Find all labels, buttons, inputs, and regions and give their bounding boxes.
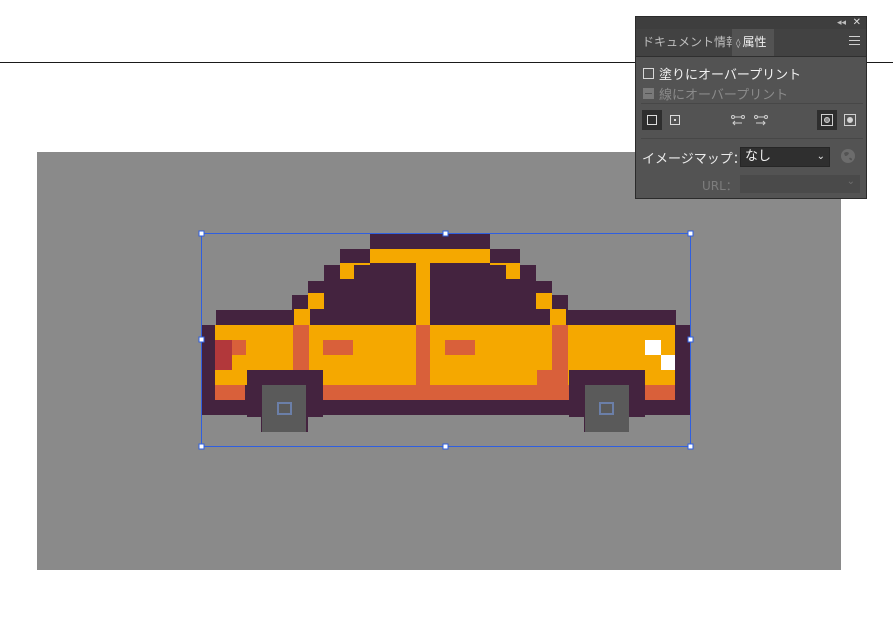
path-direction-right-icon [754, 115, 768, 126]
panel-tab-bar: ドキュメント情報 ◊ 属性 [636, 29, 866, 57]
car-pixel [446, 265, 506, 325]
reverse-path-direction-off-button[interactable] [728, 110, 748, 130]
show-center-on-button[interactable] [665, 110, 685, 130]
chevron-down-icon: ⌄ [816, 151, 825, 162]
tab-document-info[interactable]: ドキュメント情報 [642, 29, 738, 56]
car-pixel [308, 293, 324, 309]
close-icon[interactable]: ✕ [853, 17, 861, 29]
even-odd-button[interactable] [840, 110, 860, 130]
car-pixel [354, 265, 414, 325]
overprint-fill-label: 塗りにオーバープリント [659, 68, 802, 83]
tab-toggle-icon: ◊ [736, 39, 741, 49]
car-pixel [323, 340, 353, 355]
car-pixel [506, 279, 536, 325]
car-pixel [279, 404, 290, 413]
nonzero-winding-button[interactable] [817, 110, 837, 130]
car-pixel [536, 293, 552, 309]
car-pixel [537, 370, 553, 385]
tab-attributes[interactable]: ◊ 属性 [732, 29, 774, 56]
path-direction-left-icon [731, 115, 745, 126]
car-pixel [294, 309, 310, 325]
globe-icon[interactable] [840, 148, 856, 164]
panel-menu-icon[interactable] [849, 36, 860, 45]
car-pixel [215, 385, 245, 400]
overprint-stroke-label: 線にオーバープリント [659, 88, 789, 103]
image-map-label: イメージマップ： [642, 152, 746, 167]
attributes-panel[interactable]: ◂◂ ✕ ドキュメント情報 ◊ 属性 塗りにオーバープリント 線にオーバープリント… [635, 16, 867, 199]
chevron-down-icon: ⌄ [846, 176, 855, 187]
car-pixel [661, 355, 675, 370]
divider [641, 138, 863, 139]
car-pixels [201, 233, 691, 432]
car-pixel [370, 233, 490, 249]
car-pixel [550, 309, 566, 325]
url-label: URL： [702, 179, 738, 193]
panel-title-bar[interactable]: ◂◂ ✕ [636, 17, 866, 29]
car-pixel [416, 325, 430, 385]
divider [641, 103, 863, 104]
car-pixel [370, 249, 490, 263]
nonzero-winding-icon [821, 114, 833, 126]
pixel-car-artwork[interactable] [198, 230, 698, 452]
image-map-value: なし [745, 149, 772, 164]
reverse-path-direction-on-button[interactable] [751, 110, 771, 130]
tab-attributes-label: 属性 [742, 35, 767, 49]
car-pixel [323, 385, 570, 400]
square-dot-icon [670, 115, 680, 125]
car-pixel [215, 340, 232, 370]
car-pixel [324, 279, 354, 325]
image-map-select[interactable]: なし ⌄ [740, 147, 830, 167]
car-pixel [416, 263, 430, 327]
car-pixel [232, 340, 246, 355]
even-odd-icon [844, 114, 856, 126]
car-pixel [552, 325, 568, 385]
url-field: ⌄ [740, 175, 860, 193]
car-pixel [645, 340, 661, 355]
overprint-fill-checkbox[interactable] [643, 68, 654, 79]
overprint-stroke-checkbox [643, 88, 654, 99]
show-center-off-button[interactable] [642, 110, 662, 130]
square-icon [647, 115, 657, 125]
car-pixel [645, 385, 675, 400]
overprint-stroke-option: 線にオーバープリント [643, 84, 788, 103]
overprint-fill-option[interactable]: 塗りにオーバープリント [643, 64, 801, 83]
collapse-icon[interactable]: ◂◂ [837, 17, 846, 29]
car-pixel [601, 404, 612, 413]
car-pixel [445, 340, 475, 355]
